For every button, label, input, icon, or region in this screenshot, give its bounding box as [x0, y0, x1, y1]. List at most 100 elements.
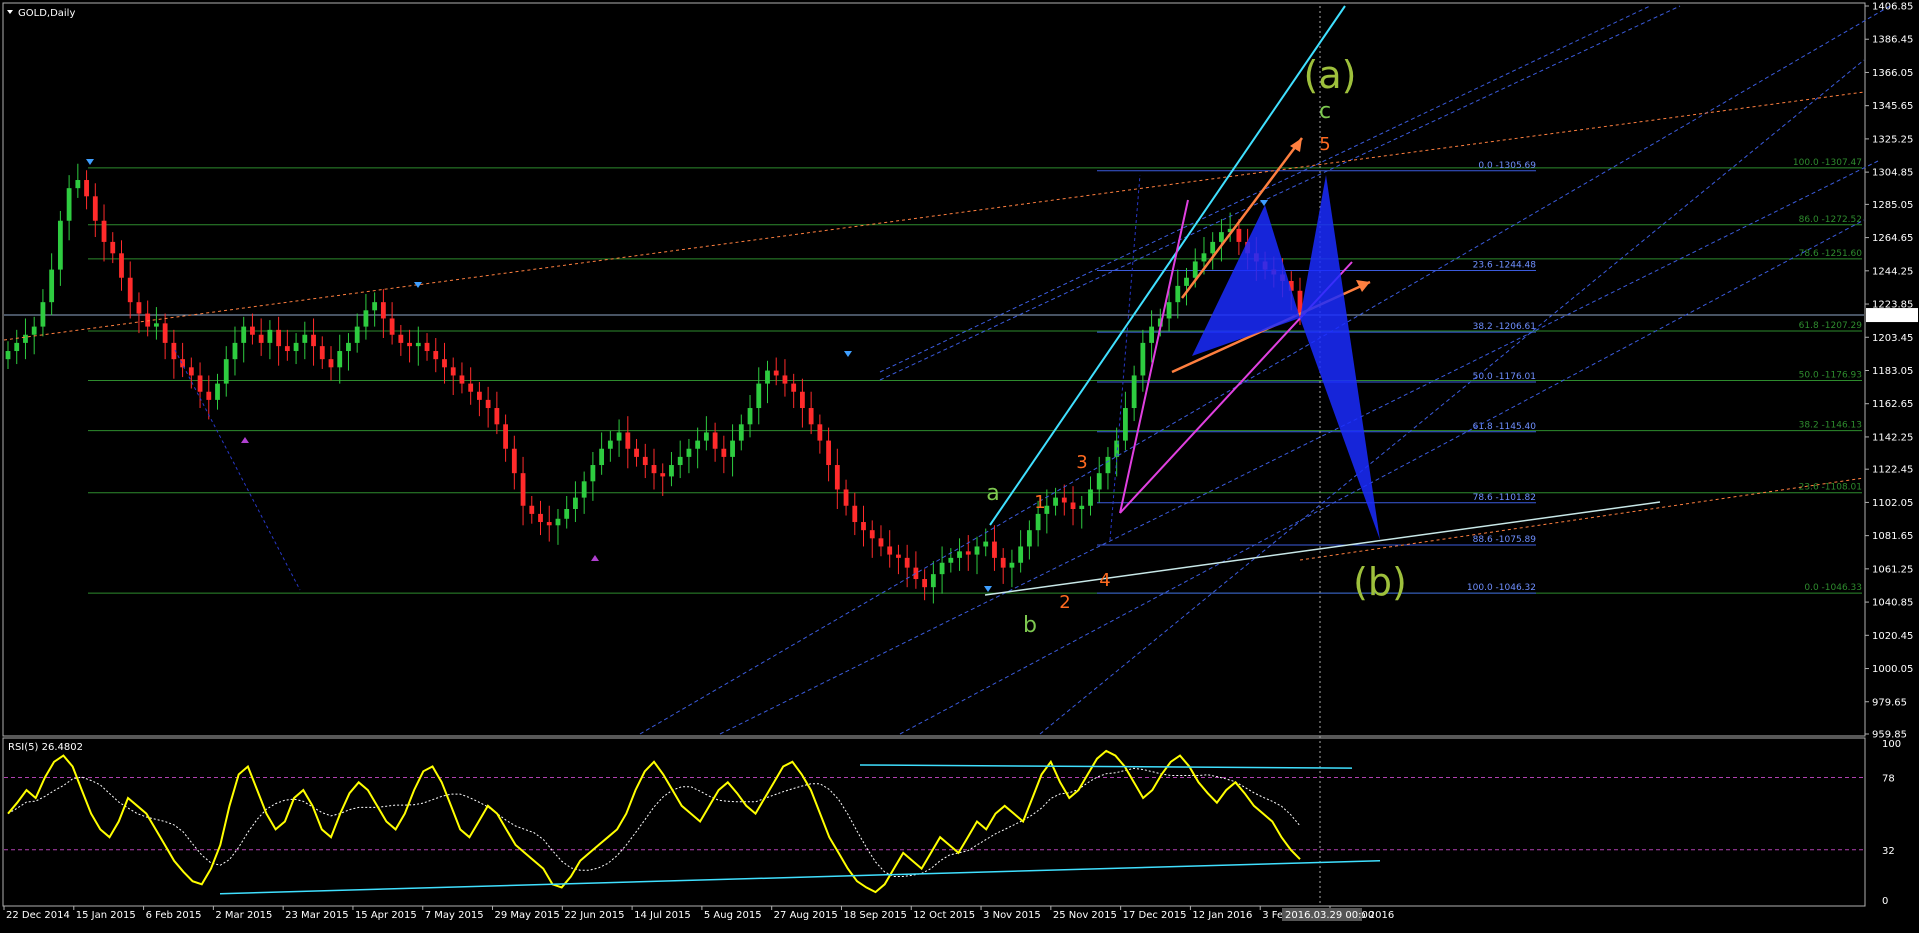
- candle-body: [145, 313, 151, 327]
- candle-body: [284, 346, 290, 352]
- candle-body: [695, 440, 701, 449]
- candle-body: [1018, 546, 1024, 563]
- candle-body: [1009, 562, 1015, 568]
- harmonic-pattern: [1300, 175, 1380, 540]
- price-tick-label: 1142.25: [1872, 432, 1913, 443]
- chart-canvas[interactable]: GOLD,Daily RSI(5) 26.4802 100.0 -1307.47…: [0, 0, 1919, 933]
- cursor-date-label: 2016.03.29 00:00: [1285, 910, 1374, 921]
- candle-body: [23, 334, 28, 343]
- fib-level-label-blue: 78.6 -1101.82: [1473, 493, 1536, 503]
- candle-body: [939, 562, 945, 575]
- candle-body: [564, 509, 570, 519]
- rsi-tick-label: 32: [1882, 846, 1895, 857]
- fib-level-label-blue: 50.0 -1176.01: [1473, 372, 1536, 382]
- candle-body: [232, 342, 238, 360]
- wave-label-orange: 2: [1059, 592, 1070, 613]
- date-tick-label: 15 Jan 2015: [76, 910, 136, 921]
- date-tick-label: 12 Jan 2016: [1192, 910, 1252, 921]
- candle-body: [442, 359, 447, 368]
- chevron-down-icon[interactable]: [7, 10, 13, 14]
- candle-body: [14, 342, 20, 352]
- rsi-trendline: [219, 860, 1381, 895]
- date-tick-label: 15 Apr 2015: [355, 910, 417, 921]
- candle-body: [1192, 261, 1198, 278]
- candle-body: [721, 448, 727, 457]
- candle-body: [922, 579, 928, 588]
- candle-body: [817, 424, 823, 441]
- fib-level-label-blue: 23.6 -1244.48: [1473, 260, 1537, 270]
- candle-body: [861, 522, 866, 531]
- fib-level-label: 86.0 -1272.52: [1799, 215, 1862, 225]
- price-tick-label: 1061.25: [1872, 564, 1913, 575]
- candle-body: [607, 440, 613, 449]
- candle-body: [1184, 277, 1189, 286]
- fib-level-label: 50.0 -1176.93: [1799, 370, 1862, 380]
- candle-body: [520, 473, 526, 506]
- arrow-head: [1356, 280, 1370, 292]
- candle-body: [1166, 302, 1172, 319]
- chart-window: GOLD,Daily RSI(5) 26.4802 100.0 -1307.47…: [0, 0, 1919, 933]
- candle-body: [1175, 285, 1181, 303]
- price-tick-label: 1285.05: [1872, 200, 1913, 211]
- fib-level-label: 100.0 -1307.47: [1793, 158, 1862, 168]
- candle-body: [188, 367, 194, 376]
- candle-body: [84, 180, 89, 197]
- pivot-arrow-icon: [844, 351, 852, 357]
- support-line: [984, 501, 1661, 596]
- candle-body: [494, 408, 500, 425]
- long-trendline: [3, 91, 1865, 341]
- candle-body: [311, 334, 316, 347]
- candle-body: [634, 448, 639, 457]
- channel-line: [719, 159, 1881, 735]
- price-tick-label: 1000.05: [1872, 664, 1913, 675]
- fib-level-label-blue: 88.6 -1075.89: [1473, 535, 1537, 545]
- wave-label-big: (a): [1304, 53, 1357, 97]
- price-tick-label: 1040.85: [1872, 598, 1913, 609]
- candle-body: [31, 326, 37, 335]
- rsi-tick-label: 100: [1882, 739, 1901, 750]
- candle-body: [765, 370, 770, 384]
- candle-body: [1079, 505, 1085, 510]
- candle-body: [407, 342, 412, 347]
- candle-body: [450, 367, 456, 376]
- candle-body: [49, 269, 55, 303]
- rsi-pane-frame: [2, 737, 1866, 907]
- candle-body: [808, 408, 814, 425]
- price-tick-label: 1304.85: [1872, 168, 1913, 179]
- wave-label-orange: 4: [1099, 570, 1110, 591]
- candle-body: [1088, 489, 1093, 506]
- candle-body: [616, 432, 622, 441]
- candle-body: [896, 554, 901, 558]
- candle-body: [1000, 557, 1006, 568]
- candle-body: [40, 302, 46, 327]
- price-tick-label: 1203.45: [1872, 333, 1913, 344]
- date-tick-label: 7 May 2015: [425, 910, 484, 921]
- candle-body: [1219, 232, 1224, 242]
- wave-label-orange: 3: [1076, 452, 1087, 473]
- candle-body: [1053, 497, 1058, 506]
- candle-body: [215, 383, 220, 400]
- rsi-line: [7, 749, 1301, 894]
- date-tick-label: 3 Nov 2015: [983, 910, 1041, 921]
- date-tick-label: 27 Aug 2015: [774, 910, 838, 921]
- candle-body: [529, 505, 535, 514]
- date-tick-label: 2 Mar 2015: [215, 910, 272, 921]
- pivot-arrow-icon: [591, 555, 599, 561]
- price-tick-label: 1244.25: [1872, 266, 1913, 277]
- harmonic-pattern: [1192, 205, 1300, 356]
- fib-level-label-blue: 38.2 -1206.61: [1473, 322, 1536, 332]
- rsi-trendline: [859, 764, 1353, 769]
- candle-body: [800, 391, 805, 409]
- date-tick-label: 25 Nov 2015: [1053, 910, 1117, 921]
- candle-body: [660, 473, 666, 477]
- long-trendline: [1299, 477, 1865, 561]
- price-tick-label: 1406.85: [1872, 2, 1913, 13]
- candle-body: [154, 323, 159, 327]
- candle-body: [398, 334, 404, 343]
- candle-body: [852, 505, 858, 523]
- candle-body: [1201, 253, 1207, 262]
- price-tick-label: 1325.25: [1872, 134, 1913, 145]
- price-tick-label: 1122.45: [1872, 465, 1913, 476]
- candle-body: [57, 220, 63, 270]
- candle-body: [119, 253, 124, 278]
